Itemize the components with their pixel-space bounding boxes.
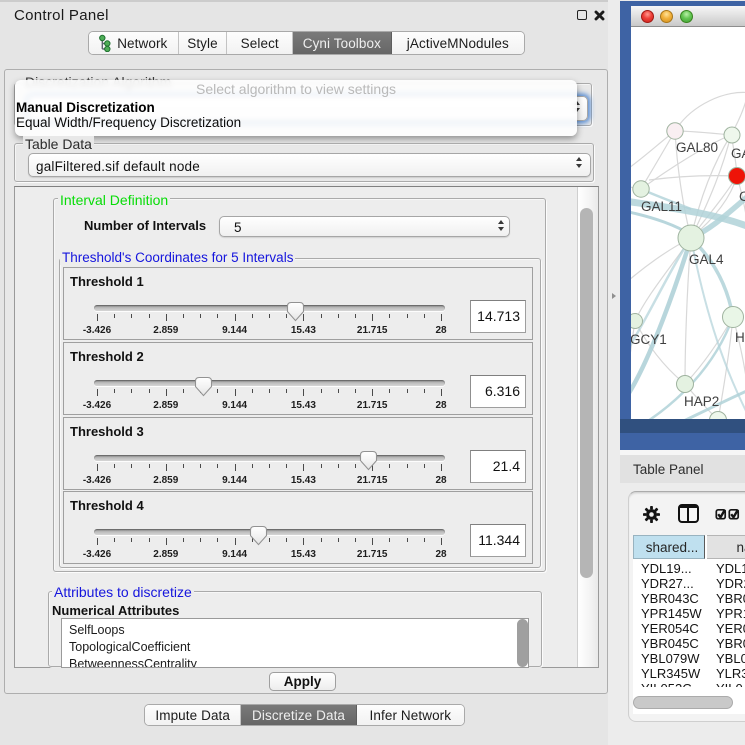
svg-text:GAL80: GAL80: [676, 140, 718, 155]
svg-text:H: H: [735, 330, 745, 345]
svg-text:HAP2: HAP2: [684, 394, 719, 409]
svg-text:GAL11: GAL11: [641, 199, 682, 214]
svg-text:GCY1: GCY1: [631, 332, 667, 347]
svg-text:GAL4: GAL4: [689, 252, 724, 267]
svg-text:C: C: [739, 189, 745, 204]
svg-text:GA: GA: [731, 146, 745, 161]
